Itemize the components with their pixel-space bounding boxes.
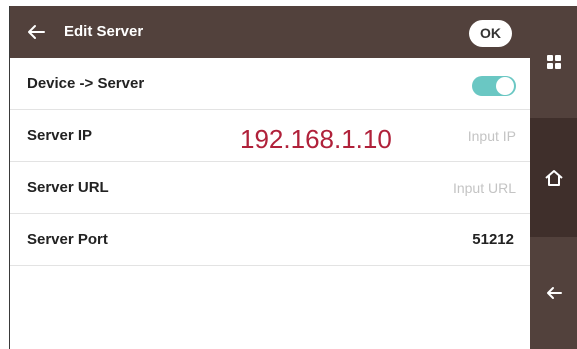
home-button[interactable] bbox=[530, 118, 577, 237]
server-port-value[interactable]: 51212 bbox=[472, 214, 514, 266]
side-back-button[interactable] bbox=[530, 237, 577, 349]
server-port-label: Server Port bbox=[27, 231, 108, 248]
server-url-label: Server URL bbox=[27, 179, 109, 196]
edit-server-screen: Edit Server OK Device -> Server Server I… bbox=[10, 6, 530, 349]
server-ip-input[interactable] bbox=[406, 124, 516, 148]
page-title: Edit Server bbox=[64, 23, 144, 40]
server-ip-label: Server IP bbox=[27, 127, 93, 144]
arrow-left-icon bbox=[28, 25, 45, 39]
device-server-toggle[interactable] bbox=[472, 76, 516, 96]
server-port-row[interactable]: Server Port 51212 bbox=[10, 214, 530, 266]
device-server-label: Device -> Server bbox=[27, 75, 145, 92]
toggle-knob bbox=[496, 77, 514, 95]
header-bar: Edit Server OK bbox=[10, 6, 530, 58]
ip-annotation: 192.168.1.10 bbox=[240, 124, 392, 154]
ok-button[interactable]: OK bbox=[469, 20, 512, 47]
server-url-row: Server URL bbox=[10, 162, 530, 214]
apps-button[interactable] bbox=[530, 6, 577, 118]
device-server-row: Device -> Server bbox=[10, 58, 530, 110]
server-url-input[interactable] bbox=[406, 176, 516, 200]
apps-icon bbox=[546, 55, 561, 69]
back-button[interactable] bbox=[20, 16, 52, 48]
side-nav bbox=[530, 6, 577, 349]
back-arrow-icon bbox=[546, 287, 562, 299]
home-icon bbox=[544, 169, 563, 186]
